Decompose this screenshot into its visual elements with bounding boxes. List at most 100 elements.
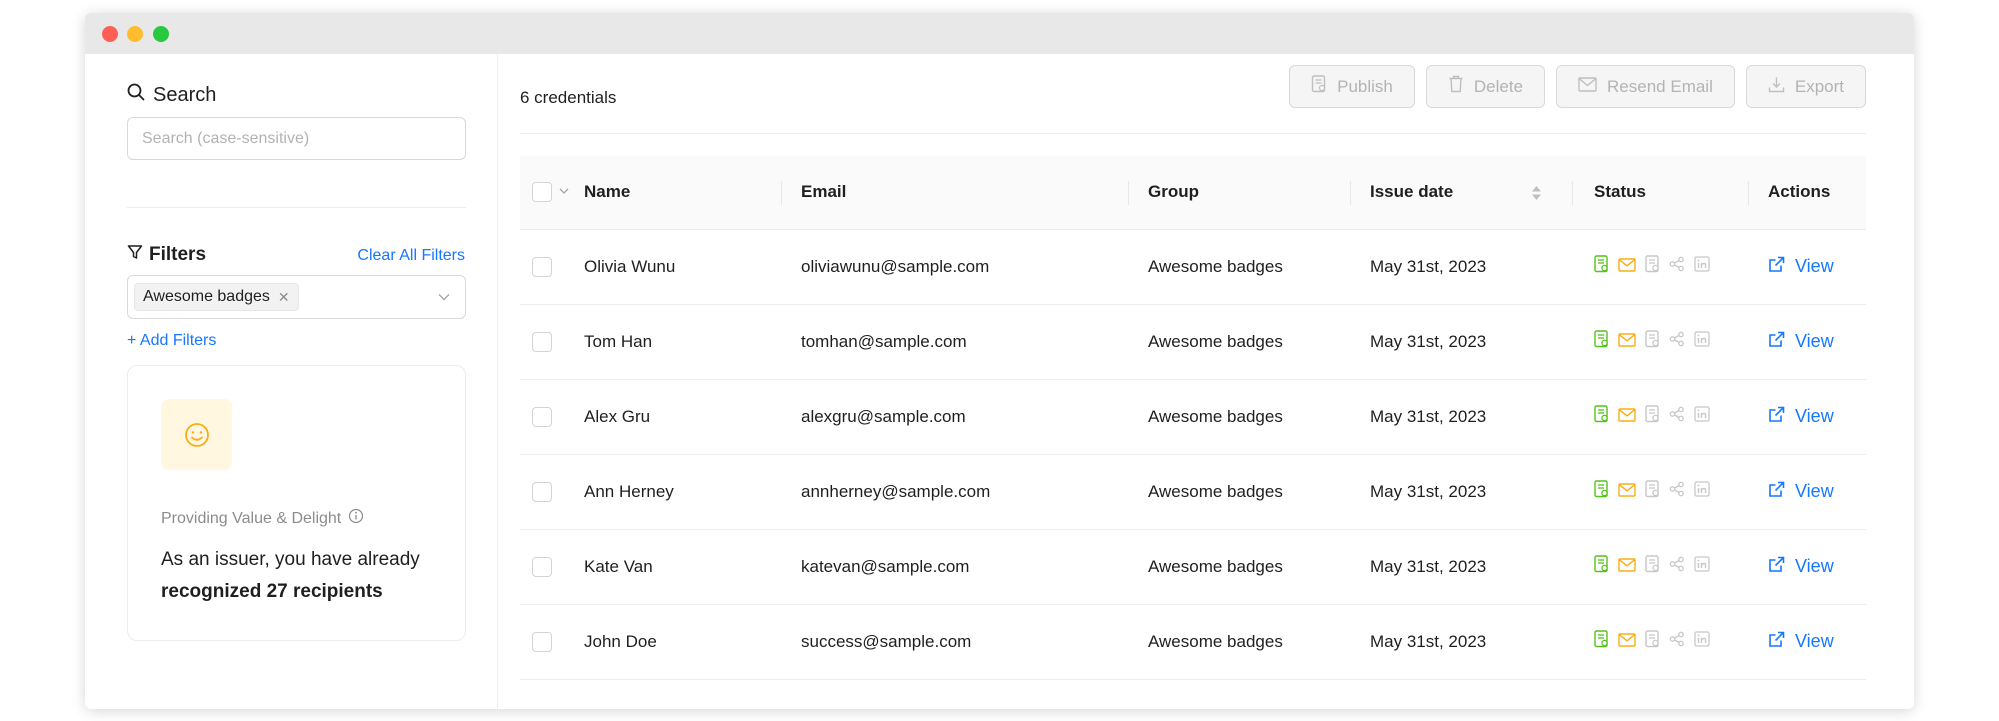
table-header-row: Name Email Group Issue date Status Actio… — [520, 156, 1866, 230]
external-link-icon — [1768, 556, 1785, 578]
search-input[interactable] — [127, 117, 466, 160]
card-message: As an issuer, you have already recognize… — [161, 544, 451, 608]
view-label: View — [1795, 406, 1834, 426]
row-select-cell — [520, 454, 584, 530]
credentials-table: Name Email Group Issue date Status Actio… — [520, 156, 1866, 680]
delete-button[interactable]: Delete — [1425, 65, 1546, 108]
filter-select[interactable]: Awesome badges ✕ — [127, 275, 466, 319]
table-row[interactable]: Alex Gru alexgru@sample.com Awesome badg… — [520, 379, 1866, 455]
view-link[interactable]: View — [1768, 556, 1866, 578]
maximize-window-button[interactable] — [153, 26, 169, 42]
close-window-button[interactable] — [102, 26, 118, 42]
email-sent-icon — [1618, 407, 1636, 427]
add-filters-link[interactable]: + Add Filters — [127, 332, 216, 350]
column-header-status: Status — [1572, 156, 1748, 230]
cell-status — [1572, 529, 1748, 605]
cell-group: Awesome badges — [1128, 454, 1350, 530]
view-link[interactable]: View — [1768, 406, 1866, 428]
email-sent-icon — [1618, 632, 1636, 652]
external-link-icon — [1768, 406, 1785, 428]
sidebar: Search Filters Clear All Filters Awesome… — [85, 54, 498, 709]
cell-name: Tom Han — [584, 304, 781, 380]
cell-name: Olivia Wunu — [584, 229, 781, 305]
view-label: View — [1795, 256, 1834, 276]
column-header-status-label: Status — [1594, 182, 1646, 202]
cell-email: alexgru@sample.com — [781, 379, 1128, 455]
cell-email: katevan@sample.com — [781, 529, 1128, 605]
publish-label: Publish — [1337, 76, 1393, 96]
row-checkbox[interactable] — [532, 556, 552, 577]
published-doc-icon — [1645, 330, 1660, 353]
row-checkbox[interactable] — [532, 331, 552, 352]
external-link-icon — [1768, 331, 1785, 353]
toolbar: Publish Delete Resend Email Export — [1289, 65, 1866, 108]
linkedin-icon — [1694, 406, 1710, 427]
cell-name: Alex Gru — [584, 379, 781, 455]
share-icon — [1669, 331, 1685, 352]
row-checkbox[interactable] — [532, 631, 552, 652]
cell-issue-date: May 31st, 2023 — [1350, 604, 1572, 680]
linkedin-icon — [1694, 631, 1710, 652]
cell-group: Awesome badges — [1128, 229, 1350, 305]
clear-all-filters-link[interactable]: Clear All Filters — [357, 247, 465, 265]
sort-icon[interactable] — [1531, 183, 1542, 208]
view-link[interactable]: View — [1768, 481, 1866, 503]
cell-status — [1572, 229, 1748, 305]
chevron-down-icon[interactable] — [437, 290, 451, 309]
published-doc-icon — [1645, 555, 1660, 578]
card-message-text: As an issuer, you have already — [161, 549, 420, 570]
column-header-group: Group — [1128, 156, 1350, 230]
trash-icon — [1448, 75, 1464, 98]
resend-email-label: Resend Email — [1607, 76, 1713, 96]
publish-button[interactable]: Publish — [1289, 65, 1415, 108]
view-link[interactable]: View — [1768, 331, 1866, 353]
cell-email: tomhan@sample.com — [781, 304, 1128, 380]
view-link[interactable]: View — [1768, 631, 1866, 653]
minimize-window-button[interactable] — [127, 26, 143, 42]
cell-name: John Doe — [584, 604, 781, 680]
info-icon[interactable] — [348, 508, 364, 529]
cell-name: Ann Herney — [584, 454, 781, 530]
download-icon — [1768, 76, 1785, 98]
cell-status — [1572, 604, 1748, 680]
share-icon — [1669, 631, 1685, 652]
view-label: View — [1795, 331, 1834, 351]
issued-doc-icon — [1594, 330, 1609, 353]
cell-status — [1572, 454, 1748, 530]
table-body: Olivia Wunu oliviawunu@sample.com Awesom… — [520, 229, 1866, 680]
column-header-group-label: Group — [1148, 182, 1199, 202]
row-checkbox[interactable] — [532, 481, 552, 502]
cell-issue-date: May 31st, 2023 — [1350, 529, 1572, 605]
divider — [127, 207, 466, 208]
chevron-down-icon[interactable] — [558, 182, 570, 202]
table-row[interactable]: Olivia Wunu oliviawunu@sample.com Awesom… — [520, 229, 1866, 305]
table-row[interactable]: Ann Herney annherney@sample.com Awesome … — [520, 454, 1866, 530]
select-all-checkbox[interactable] — [532, 182, 552, 203]
view-link[interactable]: View — [1768, 256, 1866, 278]
table-row[interactable]: Kate Van katevan@sample.com Awesome badg… — [520, 529, 1866, 605]
row-checkbox[interactable] — [532, 256, 552, 277]
published-doc-icon — [1645, 255, 1660, 278]
linkedin-icon — [1694, 331, 1710, 352]
row-checkbox[interactable] — [532, 406, 552, 427]
external-link-icon — [1768, 256, 1785, 278]
filters-title-label: Filters — [149, 244, 207, 265]
search-title-label: Search — [153, 83, 217, 106]
cell-issue-date: May 31st, 2023 — [1350, 229, 1572, 305]
cell-issue-date: May 31st, 2023 — [1350, 454, 1572, 530]
export-button[interactable]: Export — [1745, 65, 1866, 108]
cell-group: Awesome badges — [1128, 304, 1350, 380]
view-label: View — [1795, 556, 1834, 576]
published-doc-icon — [1645, 480, 1660, 503]
table-row[interactable]: John Doe success@sample.com Awesome badg… — [520, 604, 1866, 680]
cell-email: success@sample.com — [781, 604, 1128, 680]
column-header-issue-date[interactable]: Issue date — [1350, 156, 1572, 230]
table-row[interactable]: Tom Han tomhan@sample.com Awesome badges… — [520, 304, 1866, 380]
filters-title: Filters — [127, 244, 206, 266]
search-icon — [127, 83, 145, 107]
resend-email-button[interactable]: Resend Email — [1556, 65, 1735, 108]
issued-doc-icon — [1594, 405, 1609, 428]
row-select-cell — [520, 604, 584, 680]
cell-name: Kate Van — [584, 529, 781, 605]
close-icon[interactable]: ✕ — [278, 289, 290, 306]
